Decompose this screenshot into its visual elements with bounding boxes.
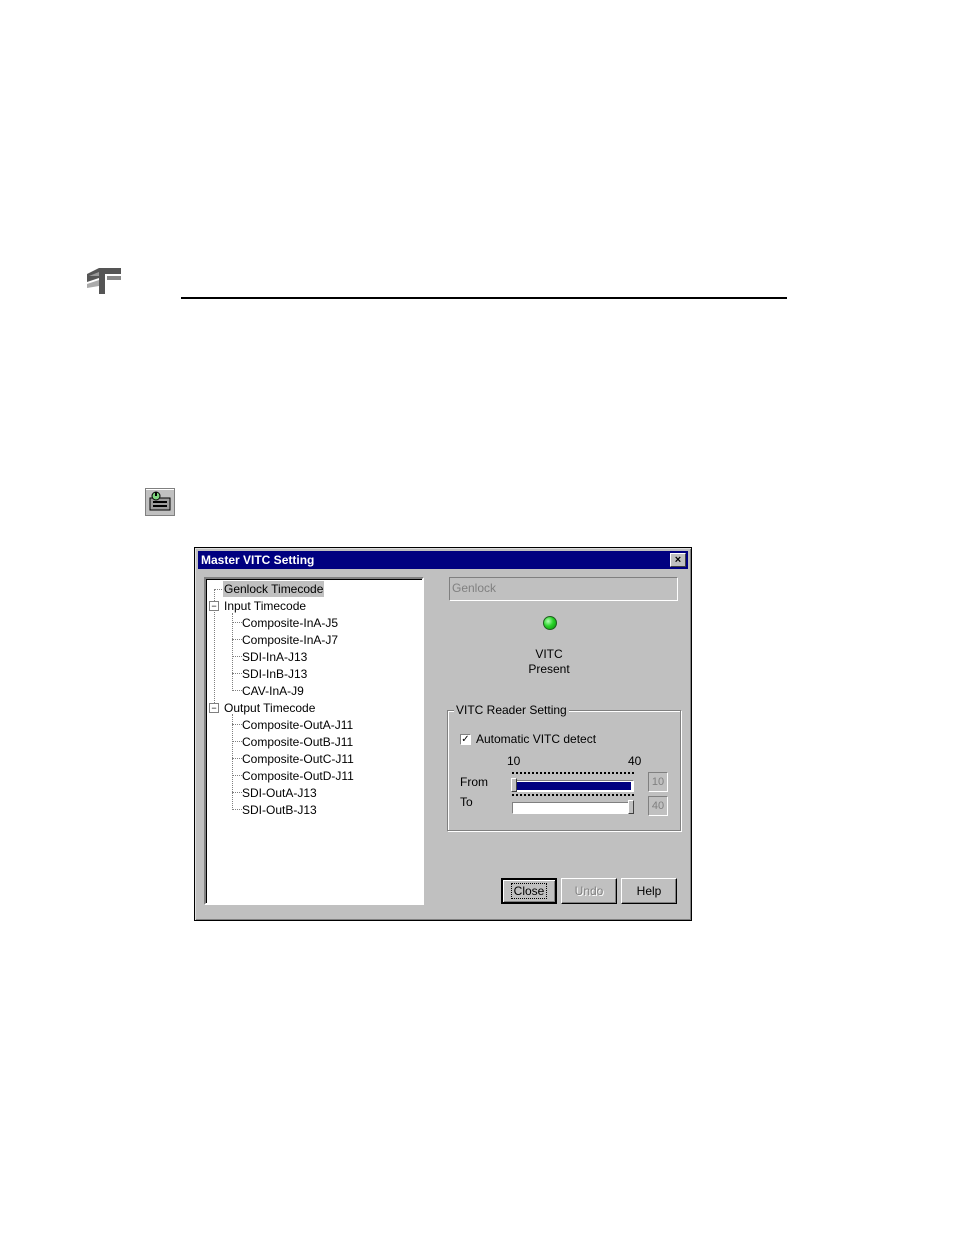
to-slider-thumb[interactable] — [628, 800, 634, 814]
collapse-icon[interactable]: − — [209, 601, 219, 611]
to-label: To — [460, 795, 473, 809]
tree-item-input[interactable]: CAV-InA-J9 — [242, 683, 304, 699]
timecode-tree[interactable]: Genlock Timecode − Input Timecode Compos… — [204, 577, 424, 905]
range-min-label: 10 — [507, 754, 521, 768]
status-line-1: VITC — [535, 647, 563, 661]
tree-item-output[interactable]: SDI-OutB-J13 — [242, 802, 317, 818]
from-slider-track[interactable] — [512, 780, 634, 792]
tree-item-output[interactable]: Composite-OutA-J11 — [242, 717, 353, 733]
vitc-reader-group: VITC Reader Setting ✓ Automatic VITC det… — [447, 703, 681, 831]
close-button-label: Close — [510, 883, 548, 899]
tree-item-genlock-timecode[interactable]: Genlock Timecode — [223, 581, 325, 597]
configuration-tool-icon — [145, 488, 175, 516]
title-bar: Master VITC Setting × — [198, 551, 688, 569]
slider-ticks — [512, 794, 634, 800]
from-slider-fill — [514, 782, 631, 790]
auto-detect-checkbox[interactable]: ✓ — [460, 734, 471, 745]
tree-item-output[interactable]: Composite-OutB-J11 — [242, 734, 353, 750]
status-line-2: Present — [528, 662, 570, 676]
tree-item-output[interactable]: Composite-OutD-J11 — [242, 768, 354, 784]
to-value-field[interactable]: 40 — [648, 796, 668, 816]
vitc-status-led-icon — [543, 616, 557, 630]
tree-item-input[interactable]: SDI-InB-J13 — [242, 666, 307, 682]
close-button[interactable]: Close — [501, 878, 557, 904]
from-label: From — [460, 775, 488, 789]
timecode-source-field: Genlock — [449, 577, 678, 601]
group-label: VITC Reader Setting — [454, 703, 569, 717]
slider-ticks — [512, 772, 634, 778]
tree-item-input[interactable]: Composite-InA-J7 — [242, 632, 338, 648]
to-slider-track[interactable] — [512, 802, 634, 814]
product-logo-icon — [85, 264, 123, 296]
vitc-status-text: VITC Present — [495, 647, 603, 677]
range-max-label: 40 — [628, 754, 642, 768]
tree-item-input[interactable]: SDI-InA-J13 — [242, 649, 307, 665]
tree-group-input-timecode[interactable]: Input Timecode — [224, 598, 306, 614]
tree-item-output[interactable]: Composite-OutC-J11 — [242, 751, 354, 767]
tree-group-output-timecode[interactable]: Output Timecode — [224, 700, 315, 716]
master-vitc-dialog: Master VITC Setting × Genlock Timecode −… — [194, 547, 692, 921]
dialog-title: Master VITC Setting — [201, 553, 315, 567]
undo-button[interactable]: Undo — [561, 878, 617, 904]
tree-item-output[interactable]: SDI-OutA-J13 — [242, 785, 317, 801]
header-rule — [181, 297, 787, 299]
tree-item-input[interactable]: Composite-InA-J5 — [242, 615, 338, 631]
collapse-icon[interactable]: − — [209, 703, 219, 713]
auto-detect-label[interactable]: Automatic VITC detect — [476, 732, 596, 746]
from-value-field[interactable]: 10 — [648, 772, 668, 792]
close-icon[interactable]: × — [670, 553, 686, 567]
from-slider-thumb[interactable] — [511, 778, 517, 792]
help-button[interactable]: Help — [621, 878, 677, 904]
